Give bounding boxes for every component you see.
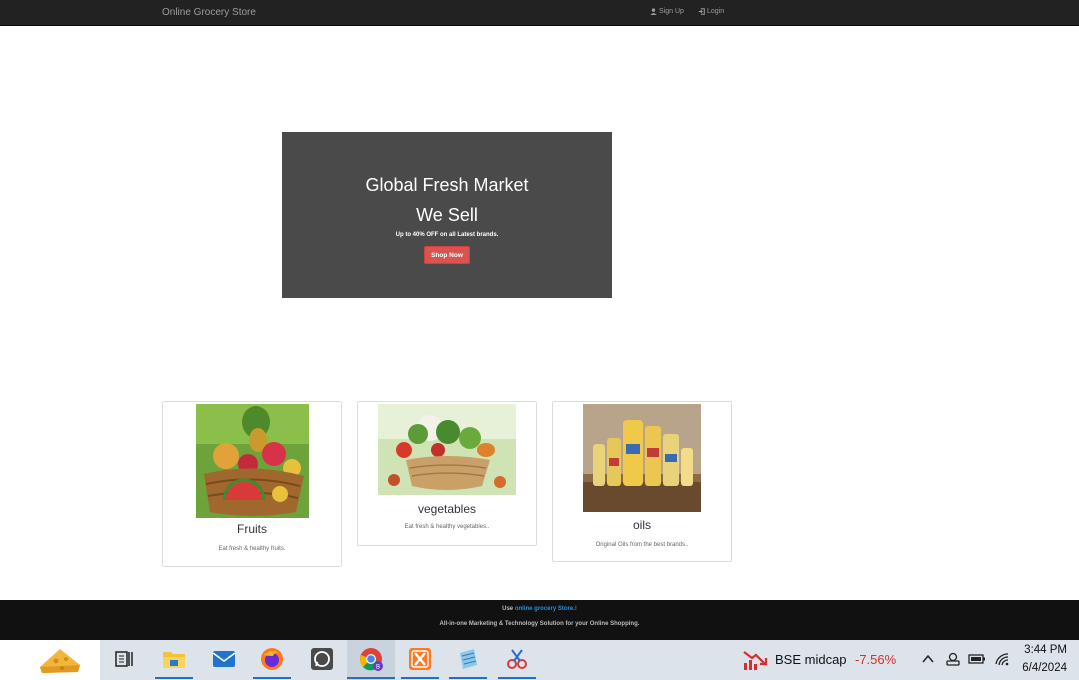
stock-change[interactable]: -7.56%	[855, 652, 896, 667]
page-footer: Use online grocery Store.! All-in-one Ma…	[0, 600, 1079, 640]
top-navbar: Online Grocery Store Sign Up Login	[0, 0, 1079, 26]
firefox-icon[interactable]	[259, 646, 285, 672]
hero-subtitle: We Sell	[416, 205, 478, 225]
file-explorer-icon[interactable]	[161, 646, 187, 672]
whatsapp-icon[interactable]	[309, 646, 335, 672]
taskbar-running-indicator	[449, 677, 487, 679]
chevron-up-icon[interactable]	[921, 653, 935, 665]
meet-now-icon[interactable]	[945, 651, 961, 667]
vegetables-image[interactable]	[378, 404, 516, 495]
oils-image[interactable]	[583, 404, 701, 512]
footer-store-link[interactable]: online grocery Store.!	[515, 606, 577, 612]
login-icon	[698, 8, 705, 15]
xampp-icon[interactable]	[407, 646, 433, 672]
stock-down-icon[interactable]	[742, 649, 768, 671]
snipping-tool-icon[interactable]	[504, 646, 530, 672]
clock-time[interactable]: 3:44 PM	[1024, 644, 1067, 656]
category-card-vegetables[interactable]: vegetables Eat fresh & healthy vegetable…	[357, 401, 537, 546]
cheese-weather-icon[interactable]	[38, 645, 82, 675]
start-area[interactable]	[0, 640, 100, 680]
brand-link[interactable]: Online Grocery Store	[162, 7, 256, 18]
chrome-icon[interactable]: B	[358, 646, 384, 672]
card-description: Eat fresh & healthy vegetables..	[404, 524, 490, 530]
hero-title: Global Fresh Market	[365, 175, 529, 195]
signup-link[interactable]: Sign Up	[650, 8, 684, 15]
footer-prefix: Use	[502, 606, 514, 612]
card-description: Original Oils from the best brands..	[595, 542, 689, 548]
browser-page: Online Grocery Store Sign Up Login Globa…	[0, 0, 1079, 680]
clock-date[interactable]: 6/4/2024	[1022, 662, 1067, 674]
svg-text:B: B	[376, 665, 380, 671]
hero-offer-text: Up to 40% OFF on all Latest brands.	[395, 232, 499, 238]
shop-now-button[interactable]: Shop Now	[424, 246, 470, 264]
card-title: oils	[632, 518, 651, 532]
card-title: Fruits	[237, 522, 267, 536]
user-icon	[650, 8, 657, 15]
taskbar-running-indicator	[155, 677, 193, 679]
signup-label: Sign Up	[659, 8, 684, 15]
category-card-fruits[interactable]: Fruits Eat fresh & healthy fruits.	[162, 401, 342, 567]
notepad-icon[interactable]	[455, 646, 481, 672]
wifi-icon[interactable]	[994, 651, 1010, 667]
taskbar-running-indicator	[347, 677, 395, 679]
taskbar-running-indicator	[498, 677, 536, 679]
login-label: Login	[707, 8, 725, 15]
footer-tagline: All-in-one Marketing & Technology Soluti…	[439, 621, 640, 627]
stock-name[interactable]: BSE midcap	[775, 652, 847, 667]
task-view-icon[interactable]	[111, 646, 137, 672]
login-link[interactable]: Login	[698, 8, 724, 15]
footer-line: Use online grocery Store.!	[0, 606, 1079, 612]
card-title: vegetables	[417, 502, 477, 516]
windows-taskbar: B BSE midcap -7.56% 3:44 PM 6/4/2024	[0, 640, 1079, 680]
taskbar-running-indicator	[401, 677, 439, 679]
mail-icon[interactable]	[211, 646, 237, 672]
fruits-image[interactable]	[196, 404, 309, 518]
hero-banner: Global Fresh Market We Sell Up to 40% OF…	[282, 132, 612, 298]
card-description: Eat fresh & healthy fruits.	[218, 546, 286, 552]
category-card-oils[interactable]: oils Original Oils from the best brands.…	[552, 401, 732, 562]
battery-icon[interactable]	[968, 652, 986, 666]
taskbar-running-indicator	[253, 677, 291, 679]
